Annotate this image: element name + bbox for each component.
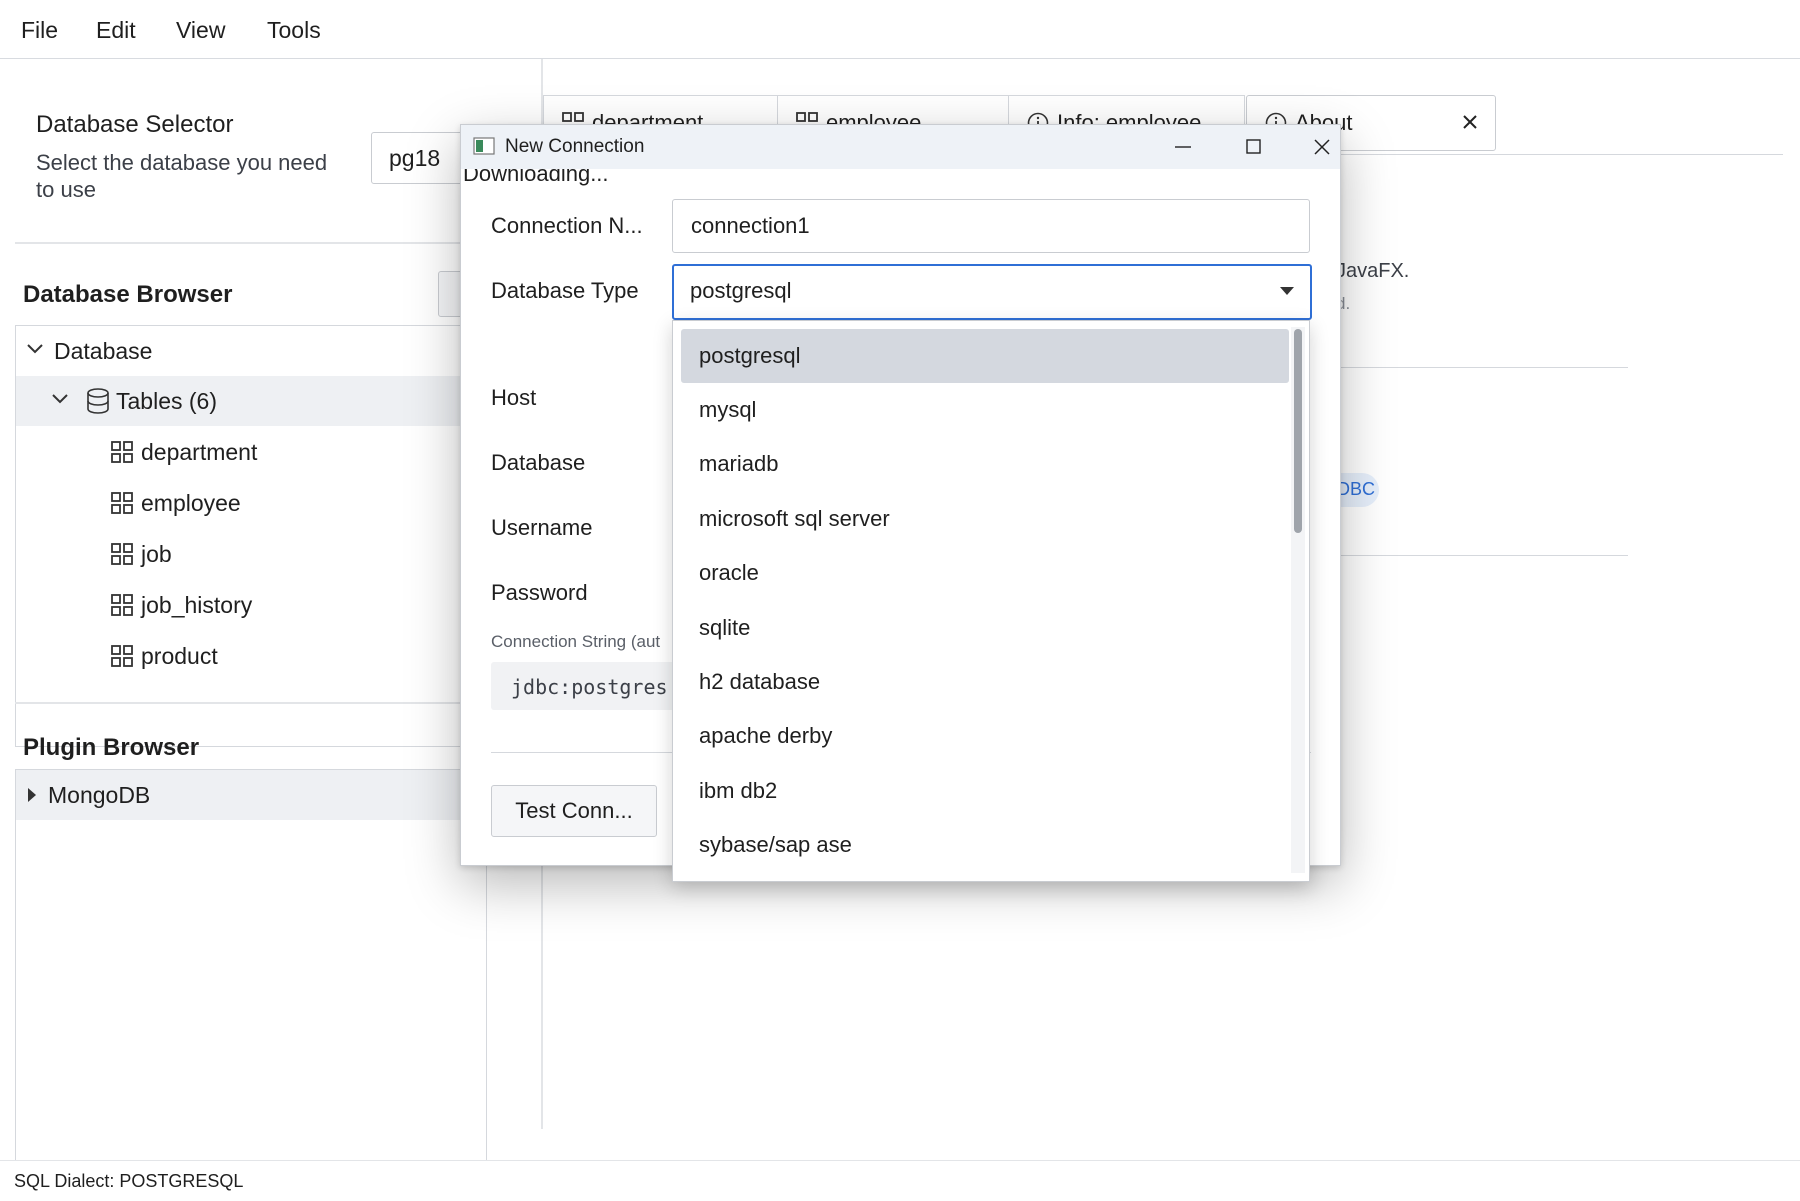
- tree-item-table[interactable]: job_history: [16, 580, 486, 630]
- divider: [1338, 555, 1628, 556]
- option-label: microsoft sql server: [699, 506, 890, 531]
- chevron-right-icon[interactable]: [26, 786, 38, 804]
- menu-tools[interactable]: Tools: [267, 17, 321, 44]
- db-selector-title: Database Selector: [36, 111, 234, 138]
- tree-label-table: department: [141, 439, 258, 465]
- connection-string-box[interactable]: jdbc:postgres: [491, 662, 691, 710]
- badge-text: DBC: [1337, 479, 1376, 499]
- option-label: mysql: [699, 397, 757, 422]
- tree-item-tables[interactable]: Tables (6): [16, 376, 486, 426]
- dialog-title: New Connection: [505, 136, 645, 157]
- grid-icon: [111, 594, 133, 616]
- tree-item-mongodb[interactable]: MongoDB: [16, 770, 486, 820]
- menu-file[interactable]: File: [21, 17, 58, 44]
- dropdown-scrollbar-track[interactable]: [1291, 327, 1305, 873]
- downloading-clip: Downloading...: [461, 169, 1340, 193]
- grid-icon: [111, 492, 133, 514]
- db-tree: Database Tables (6) department employee …: [15, 325, 487, 747]
- dropdown-option[interactable]: sybase/sap ase: [681, 818, 1289, 872]
- password-label: Password: [491, 580, 588, 605]
- app-icon: [473, 137, 495, 155]
- divider: [15, 702, 475, 704]
- tree-label-table: employee: [141, 490, 241, 516]
- database-type-select[interactable]: postgresql: [672, 264, 1312, 320]
- menu-edit[interactable]: Edit: [96, 17, 136, 44]
- connection-string-value: jdbc:postgres: [511, 675, 668, 699]
- tree-item-table[interactable]: employee: [16, 478, 486, 528]
- close-icon[interactable]: [1462, 114, 1478, 130]
- tree-label-database: Database: [54, 338, 153, 364]
- dialog-titlebar[interactable]: New Connection: [461, 125, 1340, 169]
- connection-string-label: Connection String (aut: [491, 632, 661, 651]
- dropdown-option[interactable]: oracle: [681, 546, 1289, 600]
- db-selector-subtitle: Select the database you need to use: [36, 149, 327, 203]
- grid-icon: [111, 543, 133, 565]
- tree-item-table[interactable]: job: [16, 529, 486, 579]
- option-label: sybase/sap ase: [699, 832, 852, 857]
- dropdown-scrollbar-thumb[interactable]: [1294, 329, 1302, 533]
- test-connection-label: Test Conn...: [515, 798, 633, 823]
- grid-icon: [111, 441, 133, 463]
- database-type-value: postgresql: [690, 278, 792, 303]
- dropdown-option[interactable]: h2 database: [681, 655, 1289, 709]
- grid-icon: [111, 645, 133, 667]
- tree-label-table: job_history: [141, 592, 253, 618]
- maximize-button[interactable]: [1230, 131, 1276, 163]
- menu-view[interactable]: View: [176, 17, 225, 44]
- option-label: mariadb: [699, 451, 779, 476]
- option-label: postgresql: [699, 343, 801, 368]
- close-icon: [1314, 139, 1330, 155]
- tree-label-table: job: [141, 541, 172, 567]
- dropdown-option[interactable]: sqlite: [681, 601, 1289, 655]
- database-type-dropdown: postgresql mysql mariadb microsoft sql s…: [672, 320, 1310, 882]
- option-label: h2 database: [699, 669, 821, 694]
- maximize-icon: [1246, 139, 1261, 154]
- tree-item-table[interactable]: product: [16, 631, 486, 681]
- database-type-label: Database Type: [491, 278, 639, 303]
- db-browser-title: Database Browser: [23, 281, 233, 308]
- divider: [1338, 367, 1628, 368]
- close-button[interactable]: [1300, 131, 1346, 163]
- option-label: oracle: [699, 560, 759, 585]
- db-selector-value: pg18: [389, 145, 441, 171]
- dropdown-option[interactable]: mariadb: [681, 437, 1289, 491]
- database-icon: [87, 388, 109, 414]
- option-label: ibm db2: [699, 778, 778, 803]
- tree-item-database[interactable]: Database: [16, 326, 486, 376]
- plugin-tree: MongoDB: [15, 769, 487, 1191]
- tree-item-table[interactable]: department: [16, 427, 486, 477]
- about-text-fragment: JavaFX.: [1336, 260, 1410, 282]
- plugin-browser-title: Plugin Browser: [23, 734, 200, 761]
- chevron-down-icon[interactable]: [51, 392, 69, 406]
- database-label: Database: [491, 450, 586, 475]
- dropdown-option[interactable]: ibm db2: [681, 764, 1289, 818]
- dropdown-option[interactable]: mysql: [681, 383, 1289, 437]
- caret-down-icon[interactable]: [1280, 287, 1294, 296]
- dropdown-option[interactable]: microsoft sql server: [681, 492, 1289, 546]
- tree-label-table: product: [141, 643, 218, 669]
- connection-name-value: connection1: [691, 213, 810, 238]
- divider: [15, 242, 475, 244]
- db-selector-subtitle-line1: Select the database you need: [36, 150, 328, 175]
- tree-label-tables: Tables (6): [116, 388, 217, 414]
- host-label: Host: [491, 385, 537, 410]
- connection-name-input[interactable]: connection1: [672, 199, 1310, 253]
- minimize-icon: [1175, 146, 1191, 148]
- dropdown-option[interactable]: apache derby: [681, 709, 1289, 763]
- tree-label-mongodb: MongoDB: [48, 782, 151, 808]
- username-label: Username: [491, 515, 593, 540]
- option-label: sqlite: [699, 615, 751, 640]
- status-text: SQL Dialect: POSTGRESQL: [14, 1171, 244, 1191]
- test-connection-button[interactable]: Test Conn...: [491, 785, 657, 837]
- chevron-down-icon[interactable]: [26, 342, 44, 356]
- menu-bar: File Edit View Tools: [0, 0, 1800, 59]
- status-bar: SQL Dialect: POSTGRESQL: [0, 1160, 1800, 1201]
- minimize-button[interactable]: [1160, 131, 1206, 163]
- option-label: apache derby: [699, 723, 833, 748]
- db-selector-subtitle-line2: to use: [36, 177, 96, 202]
- dropdown-option[interactable]: postgresql: [681, 329, 1289, 383]
- connection-name-label: Connection N...: [491, 213, 643, 238]
- downloading-text: Downloading...: [463, 169, 609, 186]
